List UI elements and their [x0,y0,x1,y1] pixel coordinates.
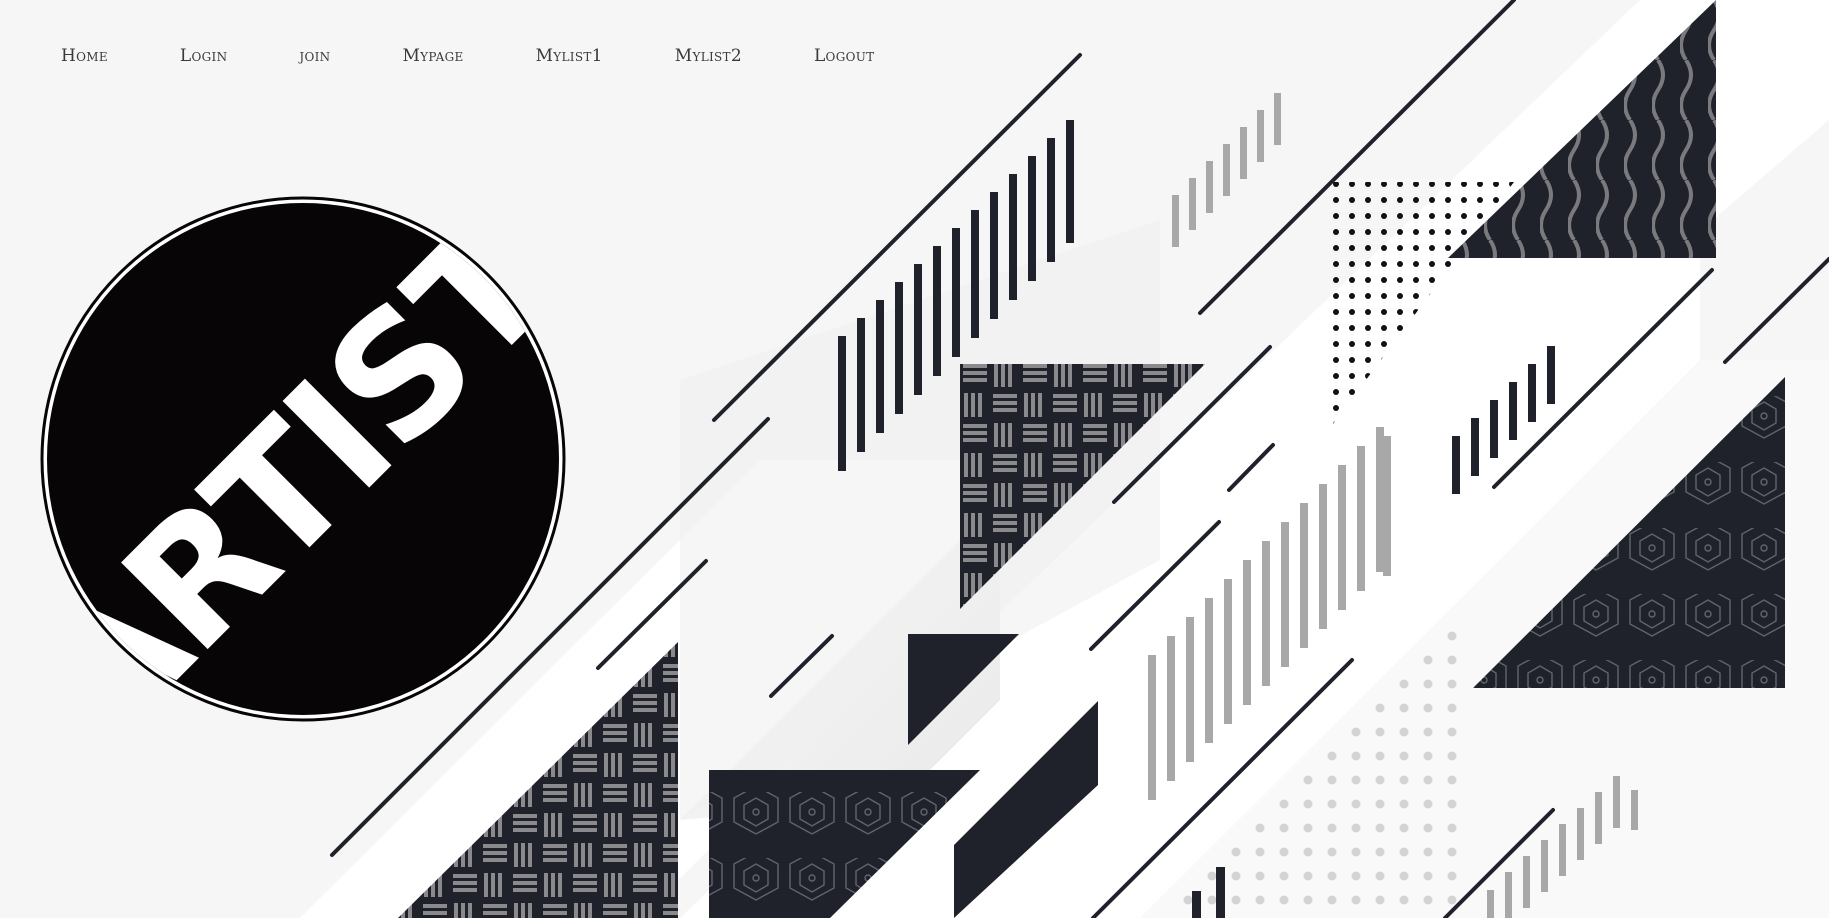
nav-link-mylist2[interactable]: Mylist2 [675,46,742,66]
nav-link-join[interactable]: join [299,46,330,66]
artist-logo: ARTIST [40,196,566,722]
top-navigation: Home Login join Mypage Mylist1 Mylist2 L… [0,0,946,112]
nav-link-login[interactable]: Login [180,46,227,66]
nav-link-mypage[interactable]: Mypage [402,46,463,66]
nav-link-mylist1[interactable]: Mylist1 [536,46,603,66]
nav-link-logout[interactable]: Logout [814,46,874,66]
nav-link-home[interactable]: Home [61,46,108,66]
